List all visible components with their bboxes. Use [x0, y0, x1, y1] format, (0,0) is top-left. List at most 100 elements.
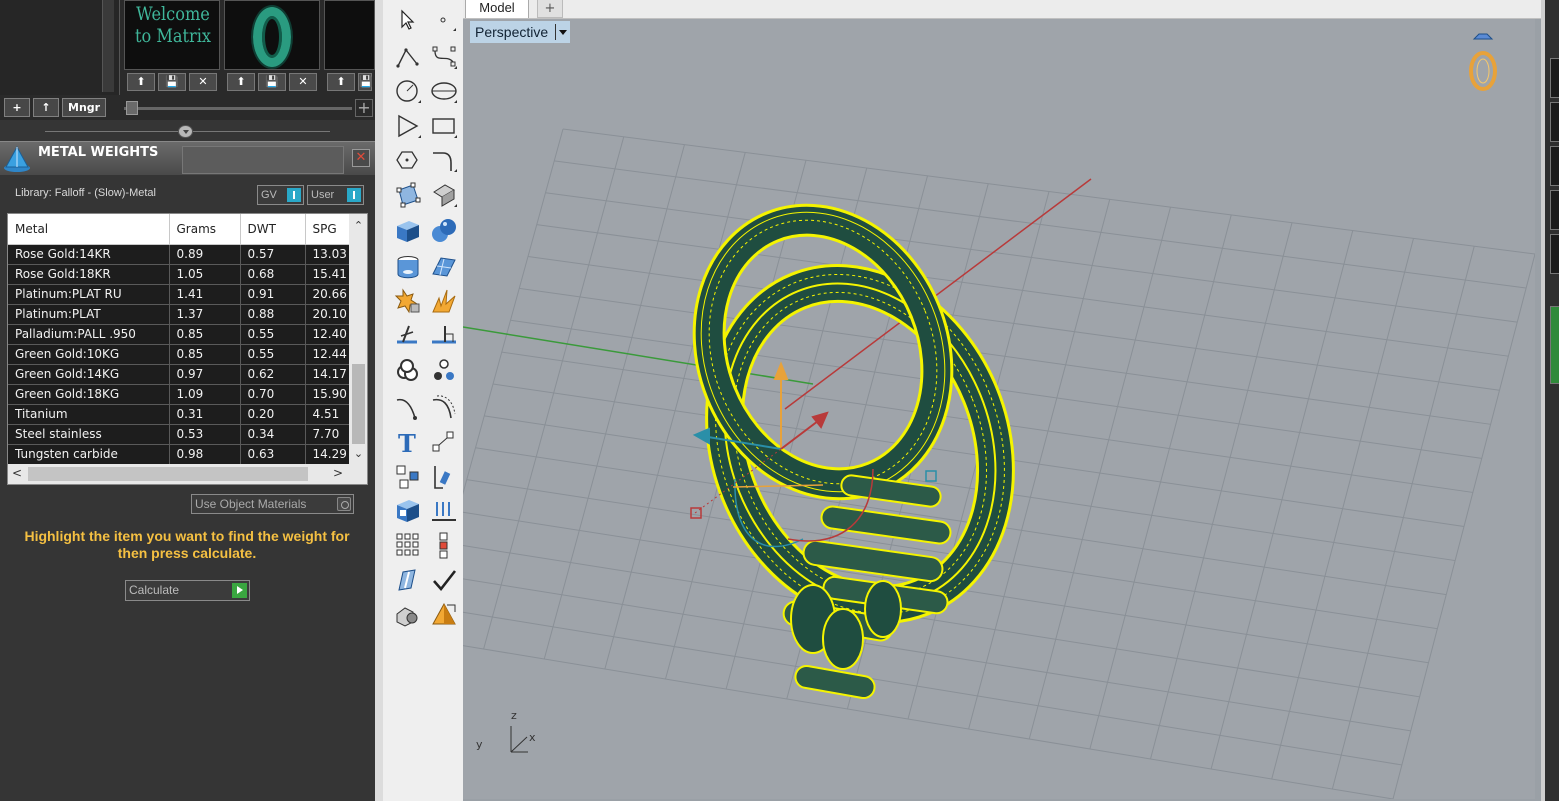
thumbnail-welcome[interactable]: Welcome to Matrix [124, 0, 220, 70]
table-row[interactable]: Green Gold:14KG 0.97 0.62 14.17 [8, 364, 350, 385]
up-folder-button[interactable]: ↑ [33, 98, 59, 117]
column-header[interactable]: Grams [169, 214, 241, 245]
burst-icon[interactable] [429, 286, 459, 316]
table-row[interactable]: Rose Gold:14KR 0.89 0.57 13.03 [8, 244, 350, 265]
extrude-surface-icon[interactable] [429, 180, 459, 210]
rectangle-icon[interactable] [429, 111, 459, 141]
thumbnail-scrollbar[interactable] [102, 0, 114, 92]
ellipse-icon[interactable] [429, 76, 459, 106]
thumbnail-ring[interactable] [224, 0, 320, 70]
column-header[interactable]: DWT [240, 214, 306, 245]
side-green-button[interactable] [1550, 306, 1559, 384]
cut-plane-icon[interactable] [393, 566, 423, 596]
use-object-materials-toggle[interactable]: Use Object Materials [191, 494, 354, 514]
splitter-knob[interactable] [178, 125, 193, 138]
linear-array-icon[interactable] [429, 530, 459, 560]
close-button[interactable]: ✕ [352, 149, 370, 167]
perspective-viewport[interactable]: y x z Perspective [463, 19, 1535, 799]
table-row[interactable]: Rose Gold:18KR 1.05 0.68 15.41 [8, 264, 350, 285]
scroll-thumb[interactable] [28, 467, 308, 481]
zoom-plus-button[interactable]: + [355, 99, 373, 117]
side-thumbnail[interactable] [1550, 102, 1559, 142]
patch-surface-icon[interactable] [429, 252, 459, 282]
boolean-union-icon[interactable] [393, 356, 423, 386]
user-toggle[interactable]: User [307, 185, 364, 205]
cylinder-icon[interactable] [393, 252, 423, 282]
load-up-button[interactable]: ⬆ [327, 73, 355, 91]
tab-model[interactable]: Model [465, 0, 529, 18]
box-icon[interactable] [393, 216, 423, 246]
save-button[interactable]: 💾 [158, 73, 186, 91]
circle-icon[interactable] [393, 76, 423, 106]
column-header[interactable]: Metal [8, 214, 170, 245]
solid-box-icon[interactable] [393, 496, 423, 526]
table-row[interactable]: Platinum:PLAT RU 1.41 0.91 20.66 [8, 284, 350, 305]
bend-icon[interactable] [429, 462, 459, 492]
scroll-down-icon[interactable]: ⌄ [349, 446, 367, 462]
point-icon[interactable] [429, 5, 459, 35]
vertical-scrollbar[interactable]: ⌃ ⌄ [349, 214, 367, 464]
viewport-name: Perspective [475, 24, 549, 40]
thumbnail-size-slider[interactable] [124, 100, 354, 116]
horizontal-scrollbar[interactable]: < > [8, 464, 367, 484]
chevron-down-icon[interactable] [555, 24, 568, 40]
viewport-scene[interactable]: y x z [463, 19, 1535, 799]
trim-icon[interactable] [429, 320, 459, 350]
side-thumbnail[interactable] [1550, 146, 1559, 186]
add-button[interactable]: + [4, 98, 30, 117]
select-arrow-icon[interactable] [393, 5, 423, 35]
table-row[interactable]: Titanium 0.31 0.20 4.51 [8, 404, 350, 425]
scatter-icon[interactable] [429, 356, 459, 386]
extrude-lines-icon[interactable] [429, 496, 459, 526]
table-row[interactable]: Tungsten carbide 0.98 0.63 14.29 [8, 444, 350, 465]
table-row[interactable]: Green Gold:18KG 1.09 0.70 15.90 [8, 384, 350, 405]
rebuild-curve-icon[interactable] [393, 392, 423, 422]
surface-points-icon[interactable] [393, 180, 423, 210]
side-thumbnail[interactable] [1550, 190, 1559, 230]
fillet-curve-icon[interactable] [429, 145, 459, 175]
curve-control-points-icon[interactable] [429, 42, 459, 72]
calculate-button[interactable]: Calculate [125, 580, 250, 601]
gv-toggle[interactable]: GV [257, 185, 304, 205]
load-up-button[interactable]: ⬆ [227, 73, 255, 91]
polyline-icon[interactable] [393, 42, 423, 72]
ring-navigator-icon[interactable] [1469, 33, 1497, 91]
delete-button[interactable]: ✕ [289, 73, 317, 91]
slider-knob[interactable] [126, 101, 138, 115]
panel-splitter[interactable] [45, 125, 330, 138]
scroll-right-icon[interactable]: > [333, 466, 343, 480]
offset-curve-icon[interactable] [429, 392, 459, 422]
table-cell: Green Gold:14KG [8, 364, 170, 385]
polygon-icon[interactable] [393, 111, 423, 141]
save-button[interactable]: 💾 [358, 73, 373, 91]
side-thumbnail[interactable] [1550, 58, 1559, 98]
table-row[interactable]: Green Gold:10KG 0.85 0.55 12.44 [8, 344, 350, 365]
side-thumbnail[interactable] [1550, 234, 1559, 274]
grid-line [1271, 238, 1414, 780]
table-row[interactable]: Palladium:PALL .950 0.85 0.55 12.40 [8, 324, 350, 345]
split-edge-icon[interactable] [393, 320, 423, 350]
grid-array-icon[interactable] [393, 530, 423, 560]
checkmark-icon[interactable] [429, 566, 459, 596]
render-shapes-icon[interactable] [393, 600, 423, 630]
text-icon[interactable]: T [393, 427, 423, 458]
save-button[interactable]: 💾 [258, 73, 286, 91]
viewport-name-dropdown[interactable]: Perspective [470, 21, 571, 43]
gem-tools-icon[interactable] [393, 286, 423, 316]
scroll-up-icon[interactable]: ⌃ [349, 218, 367, 234]
sphere-icon[interactable] [429, 216, 459, 246]
manager-button[interactable]: Mngr [62, 98, 107, 117]
pyramid-icon[interactable] [429, 600, 459, 630]
scale-arrows-icon[interactable] [429, 427, 459, 457]
array-icon[interactable] [393, 462, 423, 492]
table-row[interactable]: Platinum:PLAT 1.37 0.88 20.10 [8, 304, 350, 325]
thumbnail-partial[interactable] [324, 0, 375, 70]
add-layout-tab-button[interactable]: + [537, 0, 563, 18]
column-header[interactable]: SPG [305, 214, 350, 245]
scroll-thumb[interactable] [352, 364, 365, 444]
delete-button[interactable]: ✕ [189, 73, 217, 91]
scroll-left-icon[interactable]: < [12, 466, 22, 480]
hexagon-icon[interactable] [393, 145, 423, 175]
table-row[interactable]: Steel stainless 0.53 0.34 7.70 [8, 424, 350, 445]
load-up-button[interactable]: ⬆ [127, 73, 155, 91]
